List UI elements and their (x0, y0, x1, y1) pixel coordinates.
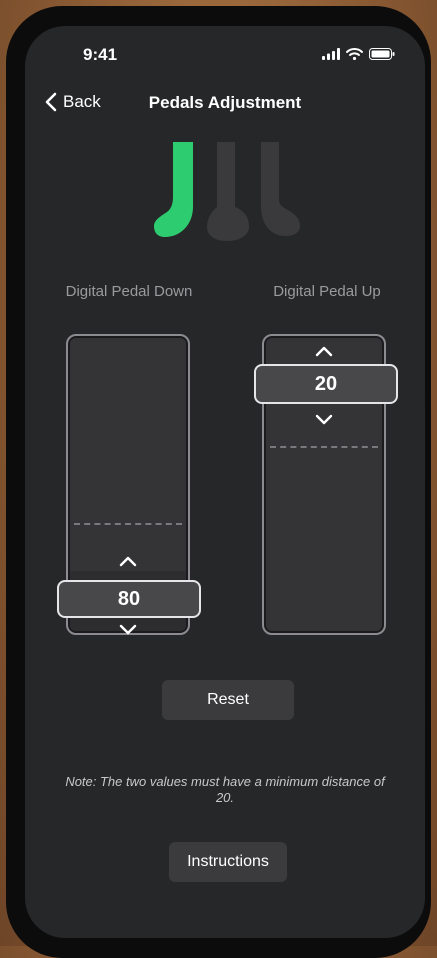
status-time: 9:41 (83, 45, 118, 64)
status-icons (322, 48, 395, 60)
pedal-middle (207, 142, 249, 241)
chevron-down-icon[interactable] (315, 414, 333, 425)
pedals-icon (154, 142, 300, 241)
note-text: Note: The two values must have a minimum… (65, 774, 385, 805)
min-distance-marker (74, 523, 182, 525)
battery-icon (369, 48, 395, 60)
page-title: Pedals Adjustment (148, 93, 302, 112)
reset-button[interactable]: Reset (162, 680, 294, 720)
pedal-up-label: Digital Pedal Up (273, 283, 381, 300)
chevron-up-icon[interactable] (119, 556, 137, 567)
pedal-up-value[interactable]: 20 (254, 364, 398, 404)
chevron-down-icon[interactable] (119, 624, 137, 635)
pedal-left-active (154, 142, 193, 237)
wifi-icon (346, 48, 363, 60)
screen: 9:41 Back Pedals Adjustment Digital Peda… (25, 26, 425, 938)
instructions-button[interactable]: Instructions (169, 842, 287, 882)
min-distance-marker (270, 446, 378, 448)
chevron-up-icon[interactable] (315, 346, 333, 357)
device-frame: 9:41 Back Pedals Adjustment Digital Peda… (6, 6, 431, 958)
pedal-down-value[interactable]: 80 (57, 580, 201, 618)
pedal-right (261, 142, 300, 236)
signal-icon (322, 48, 340, 60)
pedal-down-label: Digital Pedal Down (65, 283, 193, 300)
status-bar: 9:41 (25, 26, 425, 80)
